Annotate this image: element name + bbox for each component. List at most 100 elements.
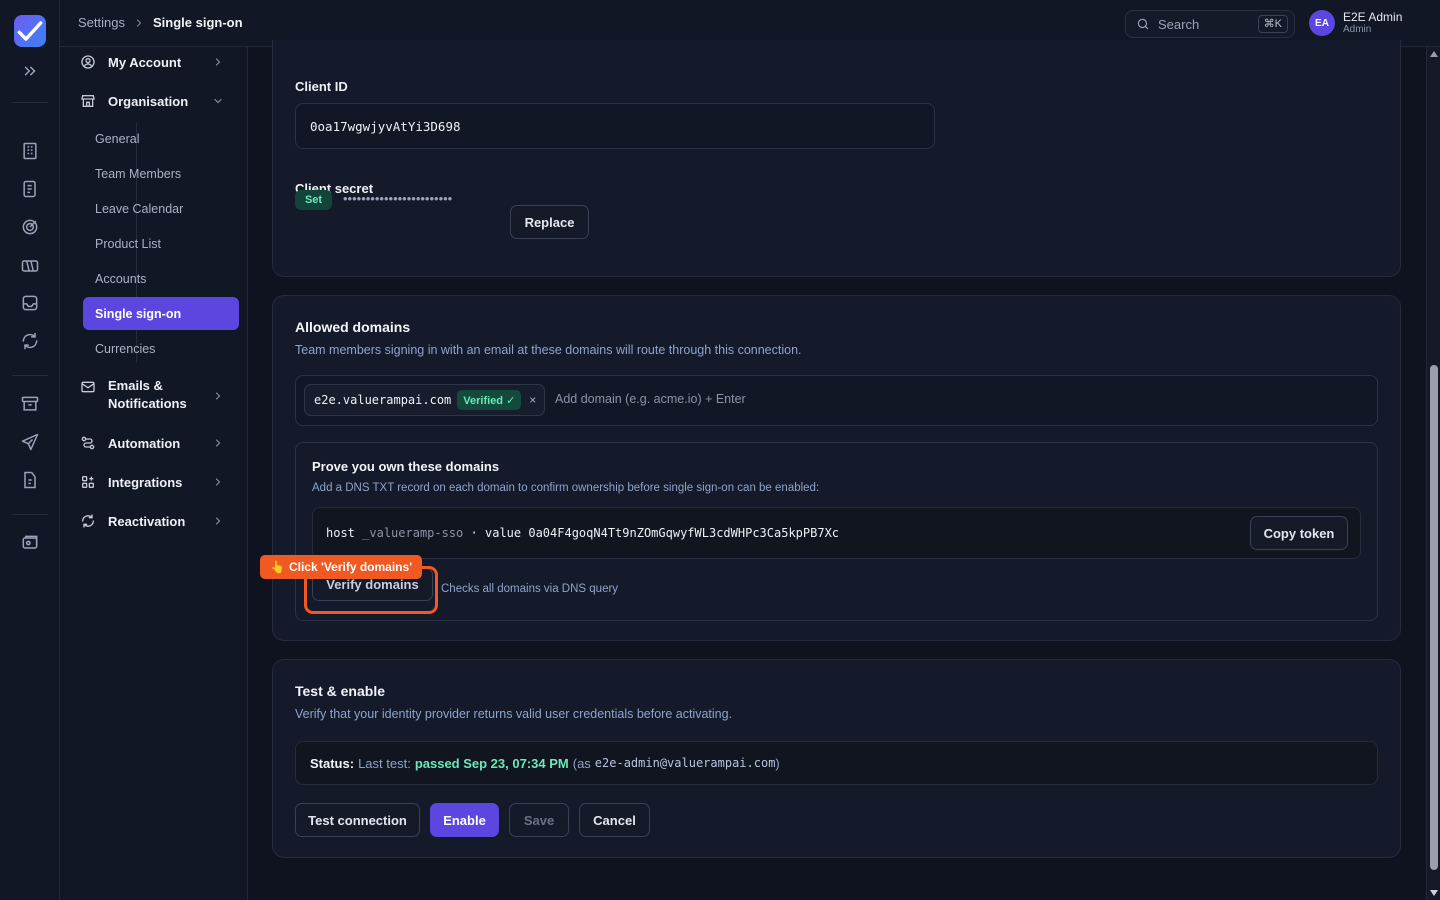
document-icon[interactable] (20, 179, 40, 199)
domain-input[interactable]: e2e.valuerampai.com Verified ✓ × Add dom… (295, 375, 1378, 426)
refresh-icon (80, 513, 96, 529)
store-icon (80, 93, 96, 109)
refresh-icon[interactable] (20, 331, 40, 351)
breadcrumb-current: Single sign-on (152, 15, 243, 30)
scoreboard-icon[interactable] (20, 256, 40, 276)
save-button[interactable]: Save (509, 803, 569, 837)
chevron-right-icon (212, 437, 224, 449)
archive-icon[interactable] (20, 394, 40, 414)
add-domain-placeholder[interactable]: Add domain (e.g. acme.io) + Enter (555, 392, 746, 406)
gallery-icon[interactable] (20, 533, 40, 553)
tooltip-text: Click 'Verify domains' (288, 560, 413, 574)
breadcrumb-settings[interactable]: Settings (78, 15, 125, 30)
sidebar-item-emails-notifications[interactable]: Emails & Notifications (80, 377, 228, 413)
rail-divider (12, 375, 48, 376)
prove-ownership-title: Prove you own these domains (312, 459, 500, 474)
test-enable-title: Test & enable (295, 683, 385, 699)
sidebar-item-general[interactable]: General (83, 122, 239, 155)
scroll-down-icon[interactable] (1430, 890, 1438, 896)
sidebar-item-leave-calendar[interactable]: Leave Calendar (83, 192, 239, 225)
sidebar-item-label: Integrations (108, 474, 183, 490)
search-shortcut: ⌘K (1257, 15, 1288, 33)
sidebar-item-single-sign-on[interactable]: Single sign-on (83, 297, 239, 330)
dns-record-box: host _valueramp-sso · value 0a04F4goqN4T… (312, 507, 1361, 559)
sidebar-item-currencies[interactable]: Currencies (83, 332, 239, 365)
send-icon[interactable] (20, 432, 40, 452)
dns-record-text: host _valueramp-sso · value 0a04F4goqN4T… (326, 526, 840, 540)
domain-chip-label: e2e.valuerampai.com (314, 393, 452, 407)
pointing-hand-icon: 👆 (270, 560, 285, 574)
last-test-label: Last test: (358, 755, 411, 771)
credentials-card: Client ID 0oa17wgwjyvAtYi3D698 Client se… (272, 40, 1401, 277)
cancel-button[interactable]: Cancel (579, 803, 650, 837)
user-menu[interactable]: EA E2E Admin Admin (1309, 10, 1402, 36)
sidebar-item-label: Emails & Notifications (108, 378, 187, 411)
building-icon[interactable] (20, 141, 40, 161)
sidebar-item-label: My Account (108, 54, 182, 70)
rail-divider (12, 514, 48, 515)
replace-secret-button[interactable]: Replace (510, 205, 589, 239)
chevron-right-icon (212, 56, 224, 68)
settings-sidebar: My Account Organisation General Team Mem… (60, 47, 248, 900)
clipboard-icon[interactable] (20, 470, 40, 490)
client-id-label: Client ID (295, 79, 348, 94)
enable-button[interactable]: Enable (430, 803, 499, 837)
allowed-domains-title: Allowed domains (295, 319, 411, 335)
inbox-icon[interactable] (20, 293, 40, 313)
sidebar-item-product-list[interactable]: Product List (83, 227, 239, 260)
verify-domains-hint: Checks all domains via DNS query (441, 583, 619, 595)
sidebar-item-accounts[interactable]: Accounts (83, 262, 239, 295)
sidebar-item-organisation[interactable]: Organisation (80, 89, 228, 113)
verified-badge: Verified ✓ (457, 390, 522, 410)
remove-domain-icon[interactable]: × (529, 393, 536, 407)
app-logo-icon[interactable] (14, 15, 46, 47)
icon-rail (0, 0, 60, 900)
allowed-domains-card: Allowed domains Team members signing in … (272, 295, 1401, 641)
sidebar-item-my-account[interactable]: My Account (80, 50, 228, 74)
status-label: Status: (310, 755, 355, 771)
tested-as-email: e2e-admin@valuerampai.com (594, 756, 776, 770)
scroll-up-icon[interactable] (1430, 51, 1438, 57)
search-input[interactable]: Search ⌘K (1125, 10, 1295, 38)
allowed-domains-description: Team members signing in with an email at… (295, 343, 802, 357)
tooltip: 👆 Click 'Verify domains' (260, 555, 423, 579)
sidebar-item-integrations[interactable]: Integrations (80, 470, 228, 494)
sidebar-item-label: Reactivation (108, 513, 186, 529)
rail-divider (12, 102, 48, 103)
sidebar-item-reactivation[interactable]: Reactivation (80, 509, 228, 533)
search-placeholder: Search (1158, 16, 1200, 32)
secret-set-badge: Set (295, 190, 332, 210)
search-icon (1136, 17, 1150, 31)
test-enable-card: Test & enable Verify that your identity … (272, 659, 1401, 858)
workflow-icon (80, 435, 96, 451)
tested-as-close: ) (775, 755, 780, 771)
sidebar-item-automation[interactable]: Automation (80, 431, 228, 455)
test-connection-button[interactable]: Test connection (295, 803, 420, 837)
target-icon[interactable] (20, 217, 40, 237)
test-status-box: Status: Last test: passed Sep 23, 07:34 … (295, 741, 1378, 785)
copy-token-button[interactable]: Copy token (1250, 516, 1348, 550)
test-enable-description: Verify that your identity provider retur… (295, 707, 733, 721)
client-secret-mask: •••••••••••••••••••••••• (343, 191, 453, 206)
client-id-field[interactable]: 0oa17wgwjyvAtYi3D698 (295, 103, 935, 149)
chevron-right-icon (133, 17, 145, 29)
tested-as-open: (as (572, 755, 591, 771)
chevron-right-icon (212, 389, 224, 401)
client-id-value: 0oa17wgwjyvAtYi3D698 (310, 119, 461, 134)
grid-plus-icon (80, 474, 96, 490)
avatar: EA (1309, 10, 1335, 36)
sidebar-item-team-members[interactable]: Team Members (83, 157, 239, 190)
test-result: passed Sep 23, 07:34 PM (414, 755, 569, 771)
prove-ownership-panel: Prove you own these domains Add a DNS TX… (295, 442, 1378, 621)
mail-icon (80, 379, 96, 395)
prove-ownership-description: Add a DNS TXT record on each domain to c… (312, 482, 820, 494)
breadcrumb: Settings Single sign-on (78, 15, 243, 30)
sidebar-item-label: Organisation (108, 93, 189, 109)
page-scrollbar[interactable] (1426, 47, 1440, 900)
user-circle-icon (80, 54, 96, 70)
domain-chip: e2e.valuerampai.com Verified ✓ × (304, 384, 546, 416)
chevron-right-icon (212, 515, 224, 527)
expand-rail-icon[interactable] (21, 62, 39, 80)
scrollbar-thumb[interactable] (1430, 365, 1438, 870)
chevron-right-icon (212, 476, 224, 488)
